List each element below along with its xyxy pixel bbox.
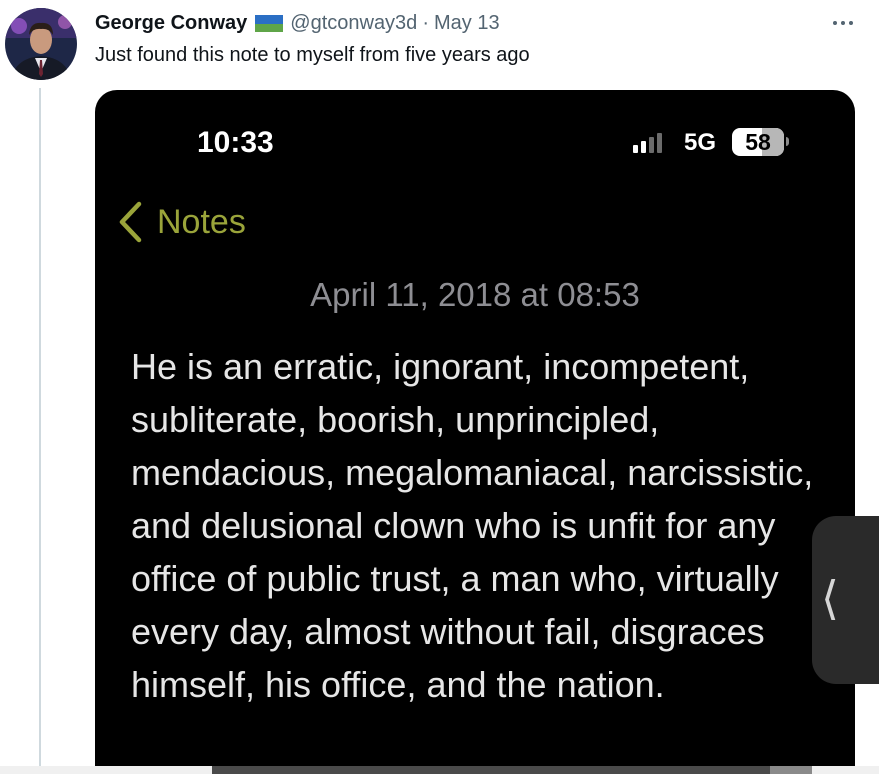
tweet-text: Just found this note to myself from five… xyxy=(95,44,530,66)
tweet-header: George Conway @gtconway3d · May 13 xyxy=(95,10,500,36)
notes-back-button: Notes xyxy=(117,200,246,244)
back-label: Notes xyxy=(157,202,246,241)
battery-tip xyxy=(786,137,789,146)
tweet-date[interactable]: May 13 xyxy=(434,12,500,35)
battery-level: 58 xyxy=(745,128,771,155)
chevron-left-icon: ⟨ xyxy=(821,572,839,624)
horizontal-scrollbar[interactable] xyxy=(0,766,879,774)
more-options-icon[interactable] xyxy=(829,12,857,34)
network-type: 5G xyxy=(684,129,717,156)
note-body: He is an erratic, ignorant, incompetent,… xyxy=(131,346,814,705)
separator-dot: · xyxy=(422,11,429,34)
battery-icon: 58 xyxy=(732,128,784,156)
avatar[interactable] xyxy=(5,8,77,80)
signal-icon xyxy=(633,133,662,153)
scrollbar-thumb-secondary xyxy=(770,766,812,774)
author-handle[interactable]: @gtconway3d xyxy=(290,12,417,35)
scrollbar-thumb[interactable] xyxy=(212,766,812,774)
side-panel-handle[interactable]: ⟨ xyxy=(812,516,879,684)
note-date: April 11, 2018 at 08:53 xyxy=(310,276,640,313)
flag-icon xyxy=(255,14,284,32)
tweet-media-image[interactable]: 10:33 5G 58 Notes April 11, 2018 at 08:5… xyxy=(95,90,855,774)
thread-line xyxy=(39,88,41,768)
chevron-left-icon xyxy=(119,201,142,243)
status-time: 10:33 xyxy=(197,126,274,159)
author-name[interactable]: George Conway xyxy=(95,12,247,35)
